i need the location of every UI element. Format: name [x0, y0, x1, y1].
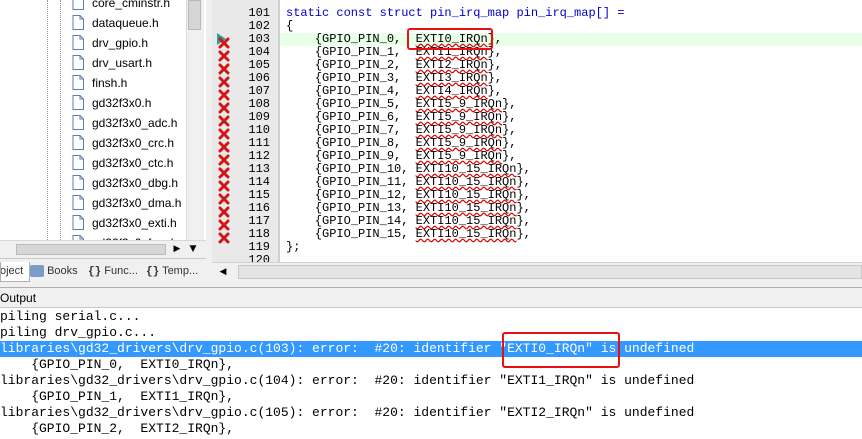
error-marker-icon[interactable] — [218, 73, 230, 88]
undefined-identifier: EXTI3_IRQn — [415, 71, 488, 85]
header-file-icon — [72, 175, 84, 190]
undefined-identifier: EXTI5_9_IRQn — [415, 136, 503, 150]
undefined-identifier: EXTI5_9_IRQn — [415, 110, 503, 124]
code-pin-token: {GPIO_PIN_6, — [314, 110, 416, 124]
code-pin-token: {GPIO_PIN_8, — [314, 136, 416, 150]
header-file-icon — [72, 95, 84, 110]
header-file-icon — [72, 55, 84, 70]
tree-guide-line — [60, 0, 62, 240]
code-pin-token: {GPIO_PIN_3, — [314, 71, 416, 85]
tree-hscroll-thumb[interactable] — [16, 244, 166, 255]
header-file-icon — [72, 15, 84, 30]
code-pin-token: {GPIO_PIN_15, — [314, 227, 416, 241]
undefined-identifier: EXTI5_9_IRQn — [415, 123, 503, 137]
scroll-left-button[interactable]: ◀ — [216, 265, 230, 280]
error-marker-icon[interactable] — [218, 112, 230, 127]
error-marker-icon[interactable] — [218, 60, 230, 75]
project-tree: core_cminstr.h dataqueue.h drv_gpio.h drv_u… — [0, 0, 206, 258]
tree-guide-line — [47, 0, 49, 240]
error-marker-icon[interactable] — [218, 138, 230, 153]
output-line[interactable]: {GPIO_PIN_2, EXTI2_IRQn}, — [0, 421, 862, 437]
undefined-identifier: EXTI5_9_IRQn — [415, 149, 503, 163]
error-marker-icon[interactable] — [218, 203, 230, 218]
templates-icon: {} — [146, 266, 160, 278]
error-marker-icon[interactable] — [218, 34, 230, 49]
tab-functions[interactable]: {} Func... — [88, 262, 138, 281]
code-pin-token: {GPIO_PIN_12, — [314, 188, 416, 202]
undefined-identifier: EXTI4_IRQn — [415, 84, 488, 98]
code-pin-token: {GPIO_PIN_11, — [314, 175, 416, 189]
header-file-icon — [72, 0, 84, 10]
output-title: Output — [0, 291, 37, 305]
code-pin-token: {GPIO_PIN_4, — [314, 84, 416, 98]
output-line[interactable]: {GPIO_PIN_1, EXTI1_IRQn}, — [0, 389, 862, 405]
output-line[interactable]: {GPIO_PIN_0, EXTI0_IRQn}, — [0, 357, 862, 373]
error-marker-icon[interactable] — [218, 164, 230, 179]
books-icon — [30, 265, 44, 278]
undefined-identifier: EXTI10_15_IRQn — [415, 214, 517, 228]
undefined-identifier: EXTI2_IRQn — [415, 58, 488, 72]
tab-project[interactable]: Project — [0, 262, 30, 282]
gutter-separator — [278, 0, 280, 262]
undefined-identifier: EXTI10_15_IRQn — [415, 162, 517, 176]
output-line[interactable]: libraries\gd32_drivers\drv_gpio.c(105): … — [0, 405, 862, 421]
tree-vertical-scrollbar[interactable] — [186, 0, 204, 258]
tab-templates[interactable]: {} Temp... — [146, 262, 198, 281]
undefined-identifier: EXTI5_9_IRQn — [415, 97, 503, 111]
undefined-identifier: EXTI10_15_IRQn — [415, 227, 517, 241]
code-pin-token: {GPIO_PIN_13, — [314, 201, 416, 215]
tree-scroll-thumb[interactable] — [188, 0, 201, 30]
code-line[interactable]: }; — [286, 241, 300, 254]
header-file-icon — [72, 195, 84, 210]
code-pin-token: {GPIO_PIN_1, — [314, 45, 416, 59]
code-line[interactable]: {GPIO_PIN_15, EXTI10_15_IRQn}, — [286, 228, 531, 241]
error-marker-icon[interactable] — [218, 229, 230, 244]
error-marker-icon[interactable] — [218, 177, 230, 192]
header-file-icon — [72, 115, 84, 130]
project-panel-tabs: Project Books {} Func... {} Temp... — [0, 258, 206, 283]
functions-icon: {} — [88, 266, 102, 278]
error-marker-icon[interactable] — [218, 99, 230, 114]
undefined-identifier: EXTI10_15_IRQn — [415, 175, 517, 189]
error-marker-icon[interactable] — [218, 151, 230, 166]
error-marker-icon[interactable] — [218, 125, 230, 140]
error-marker-icon[interactable] — [218, 86, 230, 101]
output-line[interactable]: piling drv_gpio.c... — [0, 325, 862, 341]
code-pin-token: {GPIO_PIN_5, — [314, 97, 416, 111]
code-pin-token: {GPIO_PIN_14, — [314, 214, 416, 228]
header-file-icon — [72, 75, 84, 90]
header-file-icon — [72, 155, 84, 170]
tab-books[interactable]: Books — [30, 262, 78, 281]
scroll-down-button[interactable]: ▼ — [186, 242, 200, 257]
header-file-icon — [72, 135, 84, 150]
code-line[interactable]: static const struct pin_irq_map pin_irq_… — [286, 7, 624, 20]
error-marker-icon[interactable] — [218, 47, 230, 62]
header-file-icon — [72, 215, 84, 230]
editor-highlight-box — [407, 28, 493, 50]
output-line-selected[interactable]: libraries\gd32_drivers\drv_gpio.c(103): … — [0, 341, 862, 357]
output-highlight-box — [502, 332, 620, 368]
error-marker-icon[interactable] — [218, 216, 230, 231]
output-line[interactable]: piling serial.c... — [0, 309, 862, 325]
code-pin-token: {GPIO_PIN_9, — [314, 149, 416, 163]
undefined-identifier: EXTI10_15_IRQn — [415, 188, 517, 202]
code-pin-token: {GPIO_PIN_0, — [314, 32, 416, 46]
editor-hscroll-thumb[interactable] — [238, 265, 862, 279]
output-header: Output — [0, 287, 862, 308]
code-pin-token: {GPIO_PIN_7, — [314, 123, 416, 137]
output-line[interactable]: libraries\gd32_drivers\drv_gpio.c(104): … — [0, 373, 862, 389]
error-marker-icon[interactable] — [218, 190, 230, 205]
tree-horizontal-scrollbar[interactable]: ▶ ▼ — [0, 240, 206, 259]
header-file-icon — [72, 35, 84, 50]
scroll-right-button[interactable]: ▶ — [170, 242, 184, 257]
undefined-identifier: EXTI10_15_IRQn — [415, 201, 517, 215]
code-pin-token: {GPIO_PIN_2, — [314, 58, 416, 72]
code-pin-token: {GPIO_PIN_10, — [314, 162, 416, 176]
